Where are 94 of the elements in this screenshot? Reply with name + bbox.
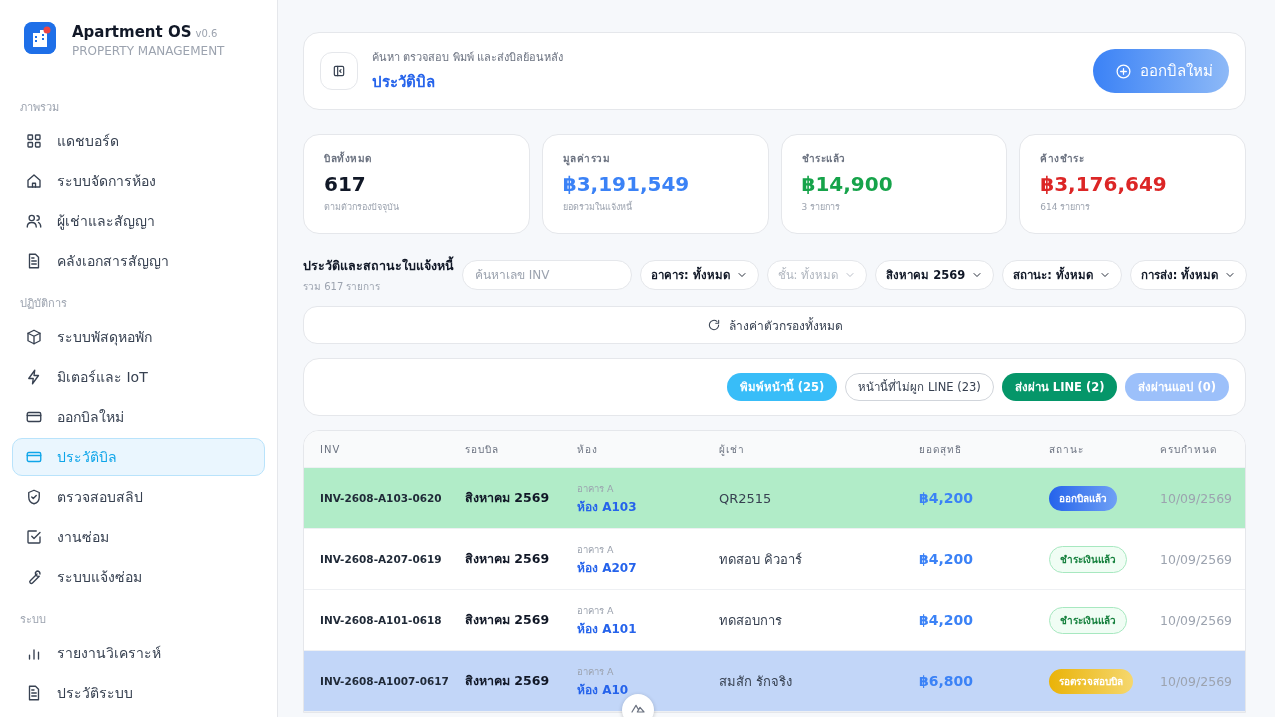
box-icon bbox=[25, 328, 43, 346]
room-link[interactable]: ห้อง A10 bbox=[577, 682, 629, 697]
users-icon bbox=[25, 212, 43, 230]
column-header: ยอดสุทธิ bbox=[919, 442, 963, 457]
tenant-name: สมสัก รักจริง bbox=[719, 672, 794, 691]
section-title: ประวัติและสถานะใบแจ้งหนี้ bbox=[303, 256, 454, 275]
stat-note: 3 รายการ bbox=[801, 201, 842, 214]
net-amount: ฿6,800 bbox=[919, 673, 975, 689]
collapse-sidebar-button[interactable] bbox=[320, 52, 358, 90]
home-icon bbox=[25, 172, 43, 190]
reset-filters-button[interactable]: ล้างค่าตัวกรองทั้งหมด bbox=[303, 306, 1246, 344]
sidebar-item[interactable]: งานซ่อม bbox=[12, 518, 265, 556]
app-logo-icon bbox=[24, 22, 56, 54]
filter-dropdown[interactable]: การส่ง: ทั้งหมด bbox=[1129, 260, 1248, 290]
column-header: ครบกำหนด bbox=[1160, 442, 1218, 457]
room-link[interactable]: ห้อง A103 bbox=[577, 499, 637, 514]
search-field[interactable]: ค้นหาเลข INV bbox=[462, 260, 632, 290]
app-name: Apartment OS bbox=[72, 23, 192, 41]
invoice-number: INV-2608-A101-0618 bbox=[320, 614, 443, 626]
stat-note: ตามตัวกรองปัจจุบัน bbox=[324, 201, 400, 214]
dashboard-icon bbox=[25, 132, 43, 150]
invoice-number: INV-2608-A103-0620 bbox=[320, 492, 443, 504]
building-name: อาคาร A bbox=[577, 542, 615, 557]
sidebar-section-title: ภาพรวม bbox=[19, 100, 60, 116]
building-name: อาคาร A bbox=[577, 603, 615, 618]
page-subtitle: ค้นหา ตรวจสอบ พิมพ์ และส่งบิลย้อนหลัง bbox=[372, 50, 564, 66]
status-badge: รอตรวจสอบบิล bbox=[1049, 668, 1133, 694]
net-amount: ฿4,200 bbox=[919, 612, 975, 628]
filter-dropdown[interactable]: สิงหาคม 2569 bbox=[875, 260, 995, 290]
record-count: รวม 617 รายการ bbox=[303, 280, 382, 294]
stat-label: บิลทั้งหมด bbox=[324, 151, 373, 166]
sidebar-item[interactable]: ประวัติระบบ bbox=[12, 674, 265, 712]
due-date: 10/09/2569 bbox=[1160, 551, 1233, 567]
billing-period: สิงหาคม 2569 bbox=[465, 611, 551, 629]
stat-note: ยอดรวมในแจ้งหนี้ bbox=[562, 200, 633, 214]
stat-label: ชำระแล้ว bbox=[801, 152, 847, 166]
sidebar-item[interactable]: ระบบแจ้งซ่อม bbox=[12, 558, 265, 596]
column-header: ผู้เช่า bbox=[719, 442, 746, 457]
table-row[interactable]: INV-2608-A1007-0617 สิงหาคม 2569 อาคาร A ห้อง A10 สมสัก รักจริง ฿6,800 รอตรวจสอบบิล 10/09/2569 bbox=[304, 651, 1245, 712]
shield-icon bbox=[25, 488, 43, 506]
refresh-icon bbox=[706, 318, 721, 332]
sidebar-item[interactable]: แดชบอร์ด bbox=[12, 122, 265, 160]
sidebar-section-title: ระบบ bbox=[19, 612, 47, 628]
net-amount: ฿4,200 bbox=[919, 551, 975, 567]
invoice-number: INV-2608-A1007-0617 bbox=[320, 675, 450, 687]
due-date: 10/09/2569 bbox=[1160, 673, 1233, 689]
tenant-name: QR2515 bbox=[719, 490, 773, 506]
column-header: ห้อง bbox=[577, 442, 599, 457]
page-title: ประวัติบิล bbox=[372, 72, 436, 93]
status-badge: ชำระเงินแล้ว bbox=[1049, 606, 1127, 634]
filter-dropdown[interactable]: สถานะ: ทั้งหมด bbox=[1002, 260, 1122, 290]
table-row[interactable]: INV-2608-A103-0620 สิงหาคม 2569 อาคาร A ห้อง A103 QR2515 ฿4,200 ออกบิลแล้ว 10/09/2569 bbox=[304, 468, 1245, 529]
billing-period: สิงหาคม 2569 bbox=[465, 672, 551, 690]
app-version: v0.6 bbox=[195, 28, 218, 39]
building-name: อาคาร A bbox=[577, 664, 615, 679]
sidebar-item[interactable]: ระบบพัสดุหอพัก bbox=[12, 318, 265, 356]
status-badge: ชำระเงินแล้ว bbox=[1049, 545, 1127, 573]
sidebar-item[interactable]: ผู้เช่าและสัญญา bbox=[12, 202, 265, 240]
stat-value: ฿3,176,649 bbox=[1040, 172, 1168, 196]
stat-label: มูลค่ารวม bbox=[562, 152, 612, 166]
column-header: INV bbox=[320, 443, 342, 455]
sidebar-item[interactable]: คลังเอกสารสัญญา bbox=[12, 242, 265, 280]
filter-dropdown[interactable]: อาคาร: ทั้งหมด bbox=[640, 260, 759, 290]
plus-circle-icon bbox=[1115, 62, 1132, 80]
due-date: 10/09/2569 bbox=[1160, 490, 1233, 506]
action-button[interactable]: หน้านี้ที่ไม่ผูก LINE (23) bbox=[845, 373, 994, 401]
billing-period: สิงหาคม 2569 bbox=[465, 550, 551, 568]
stat-value: ฿14,900 bbox=[801, 172, 894, 196]
action-button[interactable]: ส่งผ่าน LINE (2) bbox=[1001, 373, 1118, 401]
sidebar-item[interactable]: รายงานวิเคราะห์ bbox=[12, 634, 265, 672]
panel-icon bbox=[331, 63, 347, 79]
building-name: อาคาร A bbox=[577, 481, 615, 496]
billing-period: สิงหาคม 2569 bbox=[465, 489, 551, 507]
sidebar-item[interactable]: ตรวจสอบสลิป bbox=[12, 478, 265, 516]
checkbox-icon bbox=[25, 528, 43, 546]
app-subtitle: PROPERTY MANAGEMENT bbox=[72, 44, 225, 58]
invoice-number: INV-2608-A207-0619 bbox=[320, 553, 443, 565]
room-link[interactable]: ห้อง A101 bbox=[577, 621, 637, 636]
tenant-name: ทดสอบ คิวอาร์ bbox=[719, 550, 804, 569]
tenant-name: ทดสอบการ bbox=[719, 611, 783, 630]
status-badge: ออกบิลแล้ว bbox=[1049, 485, 1117, 511]
due-date: 10/09/2569 bbox=[1160, 612, 1233, 628]
room-link[interactable]: ห้อง A207 bbox=[577, 560, 637, 575]
stat-value: ฿3,191,549 bbox=[562, 172, 691, 196]
column-header: รอบบิล bbox=[465, 442, 500, 457]
sidebar-section-title: ปฏิบัติการ bbox=[19, 296, 68, 312]
stat-value: 617 bbox=[324, 172, 367, 196]
sidebar-item[interactable]: มิเตอร์และ IoT bbox=[12, 358, 265, 396]
stat-label: ค้างชำระ bbox=[1040, 152, 1086, 166]
sidebar-item[interactable]: ระบบจัดการห้อง bbox=[12, 162, 265, 200]
column-header: สถานะ bbox=[1049, 442, 1085, 457]
net-amount: ฿4,200 bbox=[919, 490, 975, 506]
sidebar-item[interactable]: ออกบิลใหม่ bbox=[12, 398, 265, 436]
stat-note: 614 รายการ bbox=[1040, 201, 1092, 214]
